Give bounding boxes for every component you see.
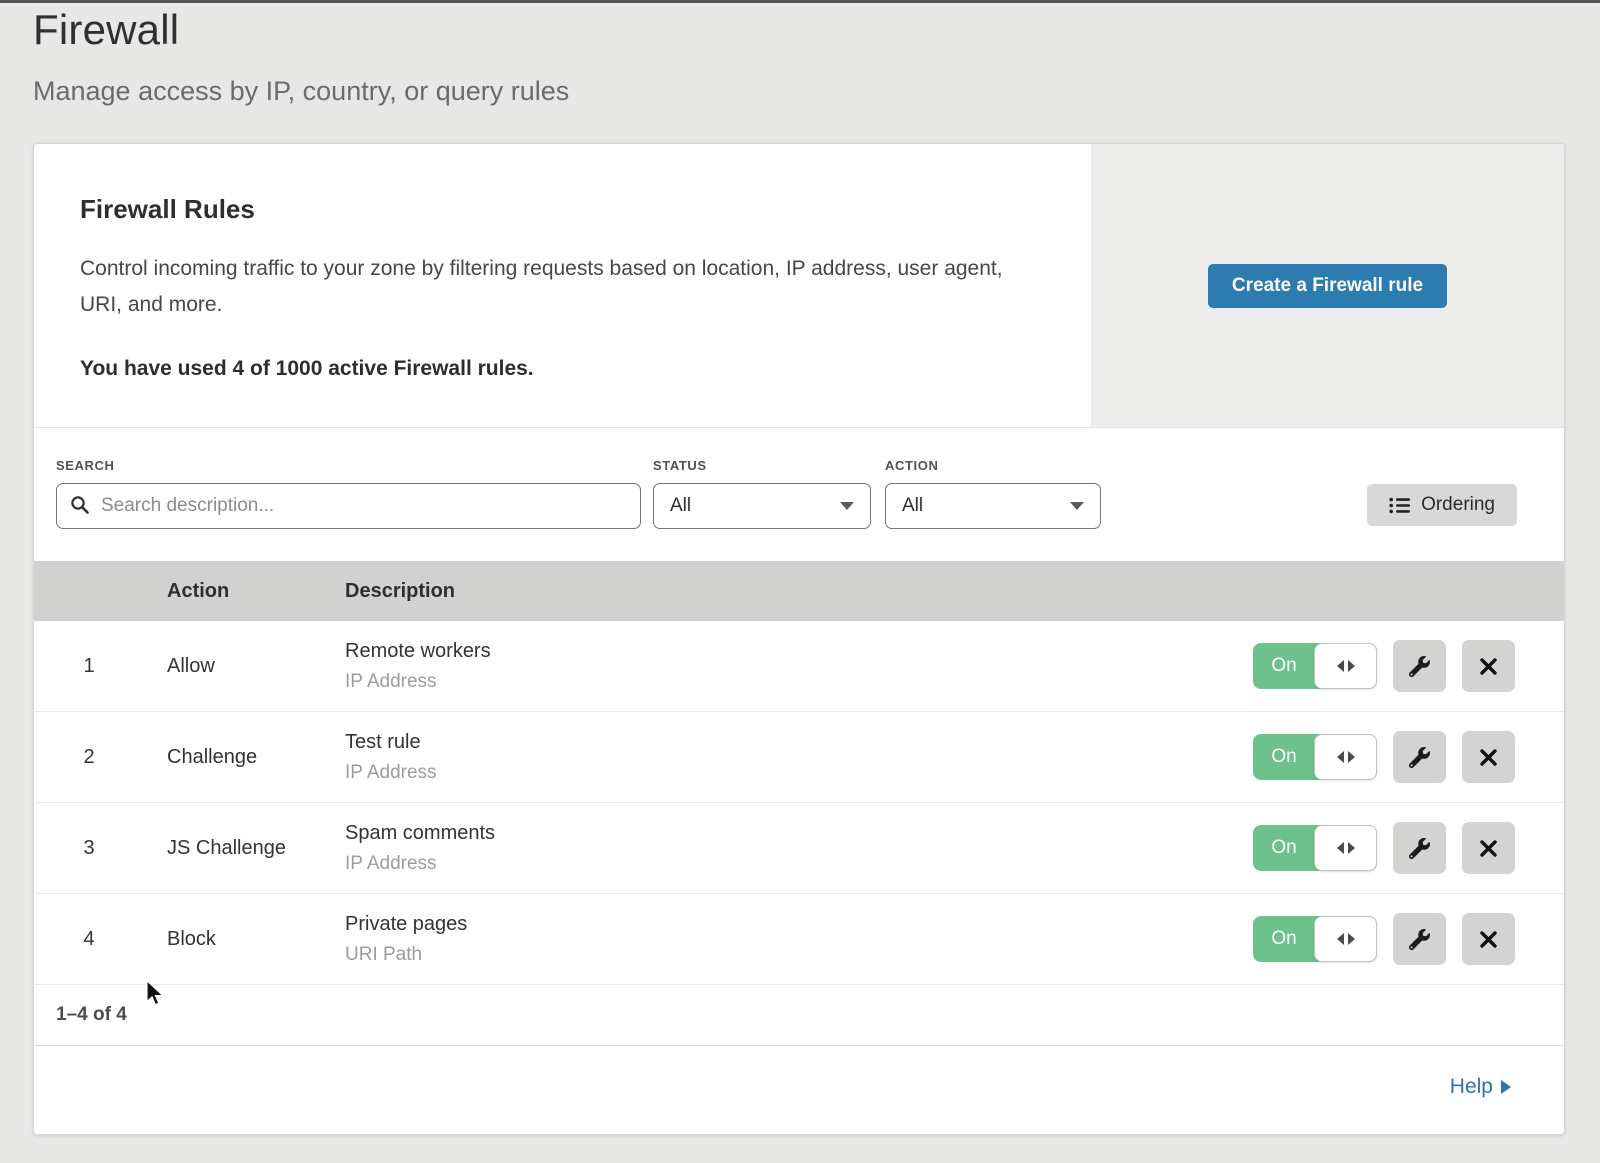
table-row: 1 Allow Remote workers IP Address On: [34, 621, 1564, 712]
toggle-handle[interactable]: [1314, 825, 1377, 871]
column-header-action: Action: [167, 580, 345, 603]
rule-field: URI Path: [345, 944, 1253, 966]
delete-rule-button[interactable]: [1462, 822, 1515, 874]
toggle-handle[interactable]: [1314, 734, 1377, 780]
table-header: Action Description: [34, 561, 1564, 621]
firewall-rules-card: Firewall Rules Control incoming traffic …: [33, 143, 1565, 1135]
arrow-right-icon: [1348, 751, 1355, 763]
wrench-icon: [1409, 656, 1430, 677]
rule-enabled-toggle[interactable]: On: [1253, 734, 1377, 780]
status-label: STATUS: [653, 458, 871, 473]
rule-description: Spam comments: [345, 822, 1253, 845]
arrow-left-icon: [1337, 660, 1344, 672]
action-select-value: All: [902, 495, 923, 517]
ordering-button[interactable]: Ordering: [1367, 484, 1517, 526]
toggle-on-label: On: [1253, 825, 1315, 871]
edit-rule-button[interactable]: [1393, 731, 1446, 783]
table-row: 3 JS Challenge Spam comments IP Address …: [34, 803, 1564, 894]
chevron-down-icon: [1070, 502, 1084, 510]
action-select[interactable]: All: [885, 483, 1101, 529]
edit-rule-button[interactable]: [1393, 913, 1446, 965]
filters-bar: SEARCH STATUS All ACTION All: [34, 428, 1564, 561]
rule-priority: 1: [34, 655, 139, 678]
rule-description: Remote workers: [345, 640, 1253, 663]
wrench-icon: [1409, 747, 1430, 768]
ordering-button-label: Ordering: [1421, 494, 1495, 516]
card-header: Firewall Rules Control incoming traffic …: [34, 144, 1564, 428]
column-header-description: Description: [345, 580, 1564, 603]
wrench-icon: [1409, 838, 1430, 859]
toggle-handle[interactable]: [1314, 643, 1377, 689]
arrow-right-icon: [1501, 1080, 1511, 1094]
action-filter-group: ACTION All: [871, 458, 1101, 529]
rule-action: JS Challenge: [167, 837, 345, 860]
rule-priority: 2: [34, 746, 139, 769]
card-description: Control incoming traffic to your zone by…: [80, 251, 1031, 323]
edit-rule-button[interactable]: [1393, 822, 1446, 874]
help-link[interactable]: Help: [1450, 1075, 1511, 1099]
delete-rule-button[interactable]: [1462, 640, 1515, 692]
card-heading: Firewall Rules: [80, 194, 1031, 225]
toggle-on-label: On: [1253, 734, 1315, 780]
action-label: ACTION: [885, 458, 1101, 473]
arrow-right-icon: [1348, 842, 1355, 854]
rule-priority: 4: [34, 928, 139, 951]
toggle-on-label: On: [1253, 916, 1315, 962]
status-filter-group: STATUS All: [641, 458, 871, 529]
delete-rule-button[interactable]: [1462, 731, 1515, 783]
table-row: 2 Challenge Test rule IP Address On: [34, 712, 1564, 803]
window-top-edge: [0, 0, 1600, 3]
page-title: Firewall: [33, 6, 1600, 54]
pagination-row: 1–4 of 4: [34, 985, 1564, 1046]
edit-rule-button[interactable]: [1393, 640, 1446, 692]
toggle-on-label: On: [1253, 643, 1315, 689]
rule-action: Allow: [167, 655, 345, 678]
rule-description: Private pages: [345, 913, 1253, 936]
toggle-handle[interactable]: [1314, 916, 1377, 962]
search-label: SEARCH: [56, 458, 641, 473]
search-icon: [70, 495, 90, 520]
rule-enabled-toggle[interactable]: On: [1253, 916, 1377, 962]
rules-usage-text: You have used 4 of 1000 active Firewall …: [80, 357, 1031, 381]
list-icon: [1389, 497, 1411, 514]
close-icon: [1480, 749, 1497, 766]
rule-field: IP Address: [345, 762, 1253, 784]
rule-enabled-toggle[interactable]: On: [1253, 643, 1377, 689]
search-input[interactable]: [56, 483, 641, 529]
status-select[interactable]: All: [653, 483, 871, 529]
pagination-range: 1–4 of 4: [56, 1004, 127, 1026]
status-select-value: All: [670, 495, 691, 517]
help-link-label: Help: [1450, 1075, 1493, 1099]
card-header-info: Firewall Rules Control incoming traffic …: [34, 144, 1091, 427]
table-row: 4 Block Private pages URI Path On: [34, 894, 1564, 985]
delete-rule-button[interactable]: [1462, 913, 1515, 965]
arrow-left-icon: [1337, 751, 1344, 763]
rule-description: Test rule: [345, 731, 1253, 754]
rule-action: Block: [167, 928, 345, 951]
close-icon: [1480, 840, 1497, 857]
rule-field: IP Address: [345, 853, 1253, 875]
close-icon: [1480, 658, 1497, 675]
card-header-action-panel: Create a Firewall rule: [1091, 144, 1564, 427]
page-subtitle: Manage access by IP, country, or query r…: [33, 76, 1600, 107]
rule-enabled-toggle[interactable]: On: [1253, 825, 1377, 871]
arrow-left-icon: [1337, 842, 1344, 854]
arrow-left-icon: [1337, 933, 1344, 945]
rule-action: Challenge: [167, 746, 345, 769]
close-icon: [1480, 931, 1497, 948]
help-row: Help: [34, 1046, 1564, 1127]
create-firewall-rule-button[interactable]: Create a Firewall rule: [1208, 264, 1447, 308]
arrow-right-icon: [1348, 933, 1355, 945]
wrench-icon: [1409, 929, 1430, 950]
rule-field: IP Address: [345, 671, 1253, 693]
chevron-down-icon: [840, 502, 854, 510]
page-header: Firewall Manage access by IP, country, o…: [0, 0, 1600, 107]
search-filter-group: SEARCH: [56, 458, 641, 529]
arrow-right-icon: [1348, 660, 1355, 672]
rule-priority: 3: [34, 837, 139, 860]
